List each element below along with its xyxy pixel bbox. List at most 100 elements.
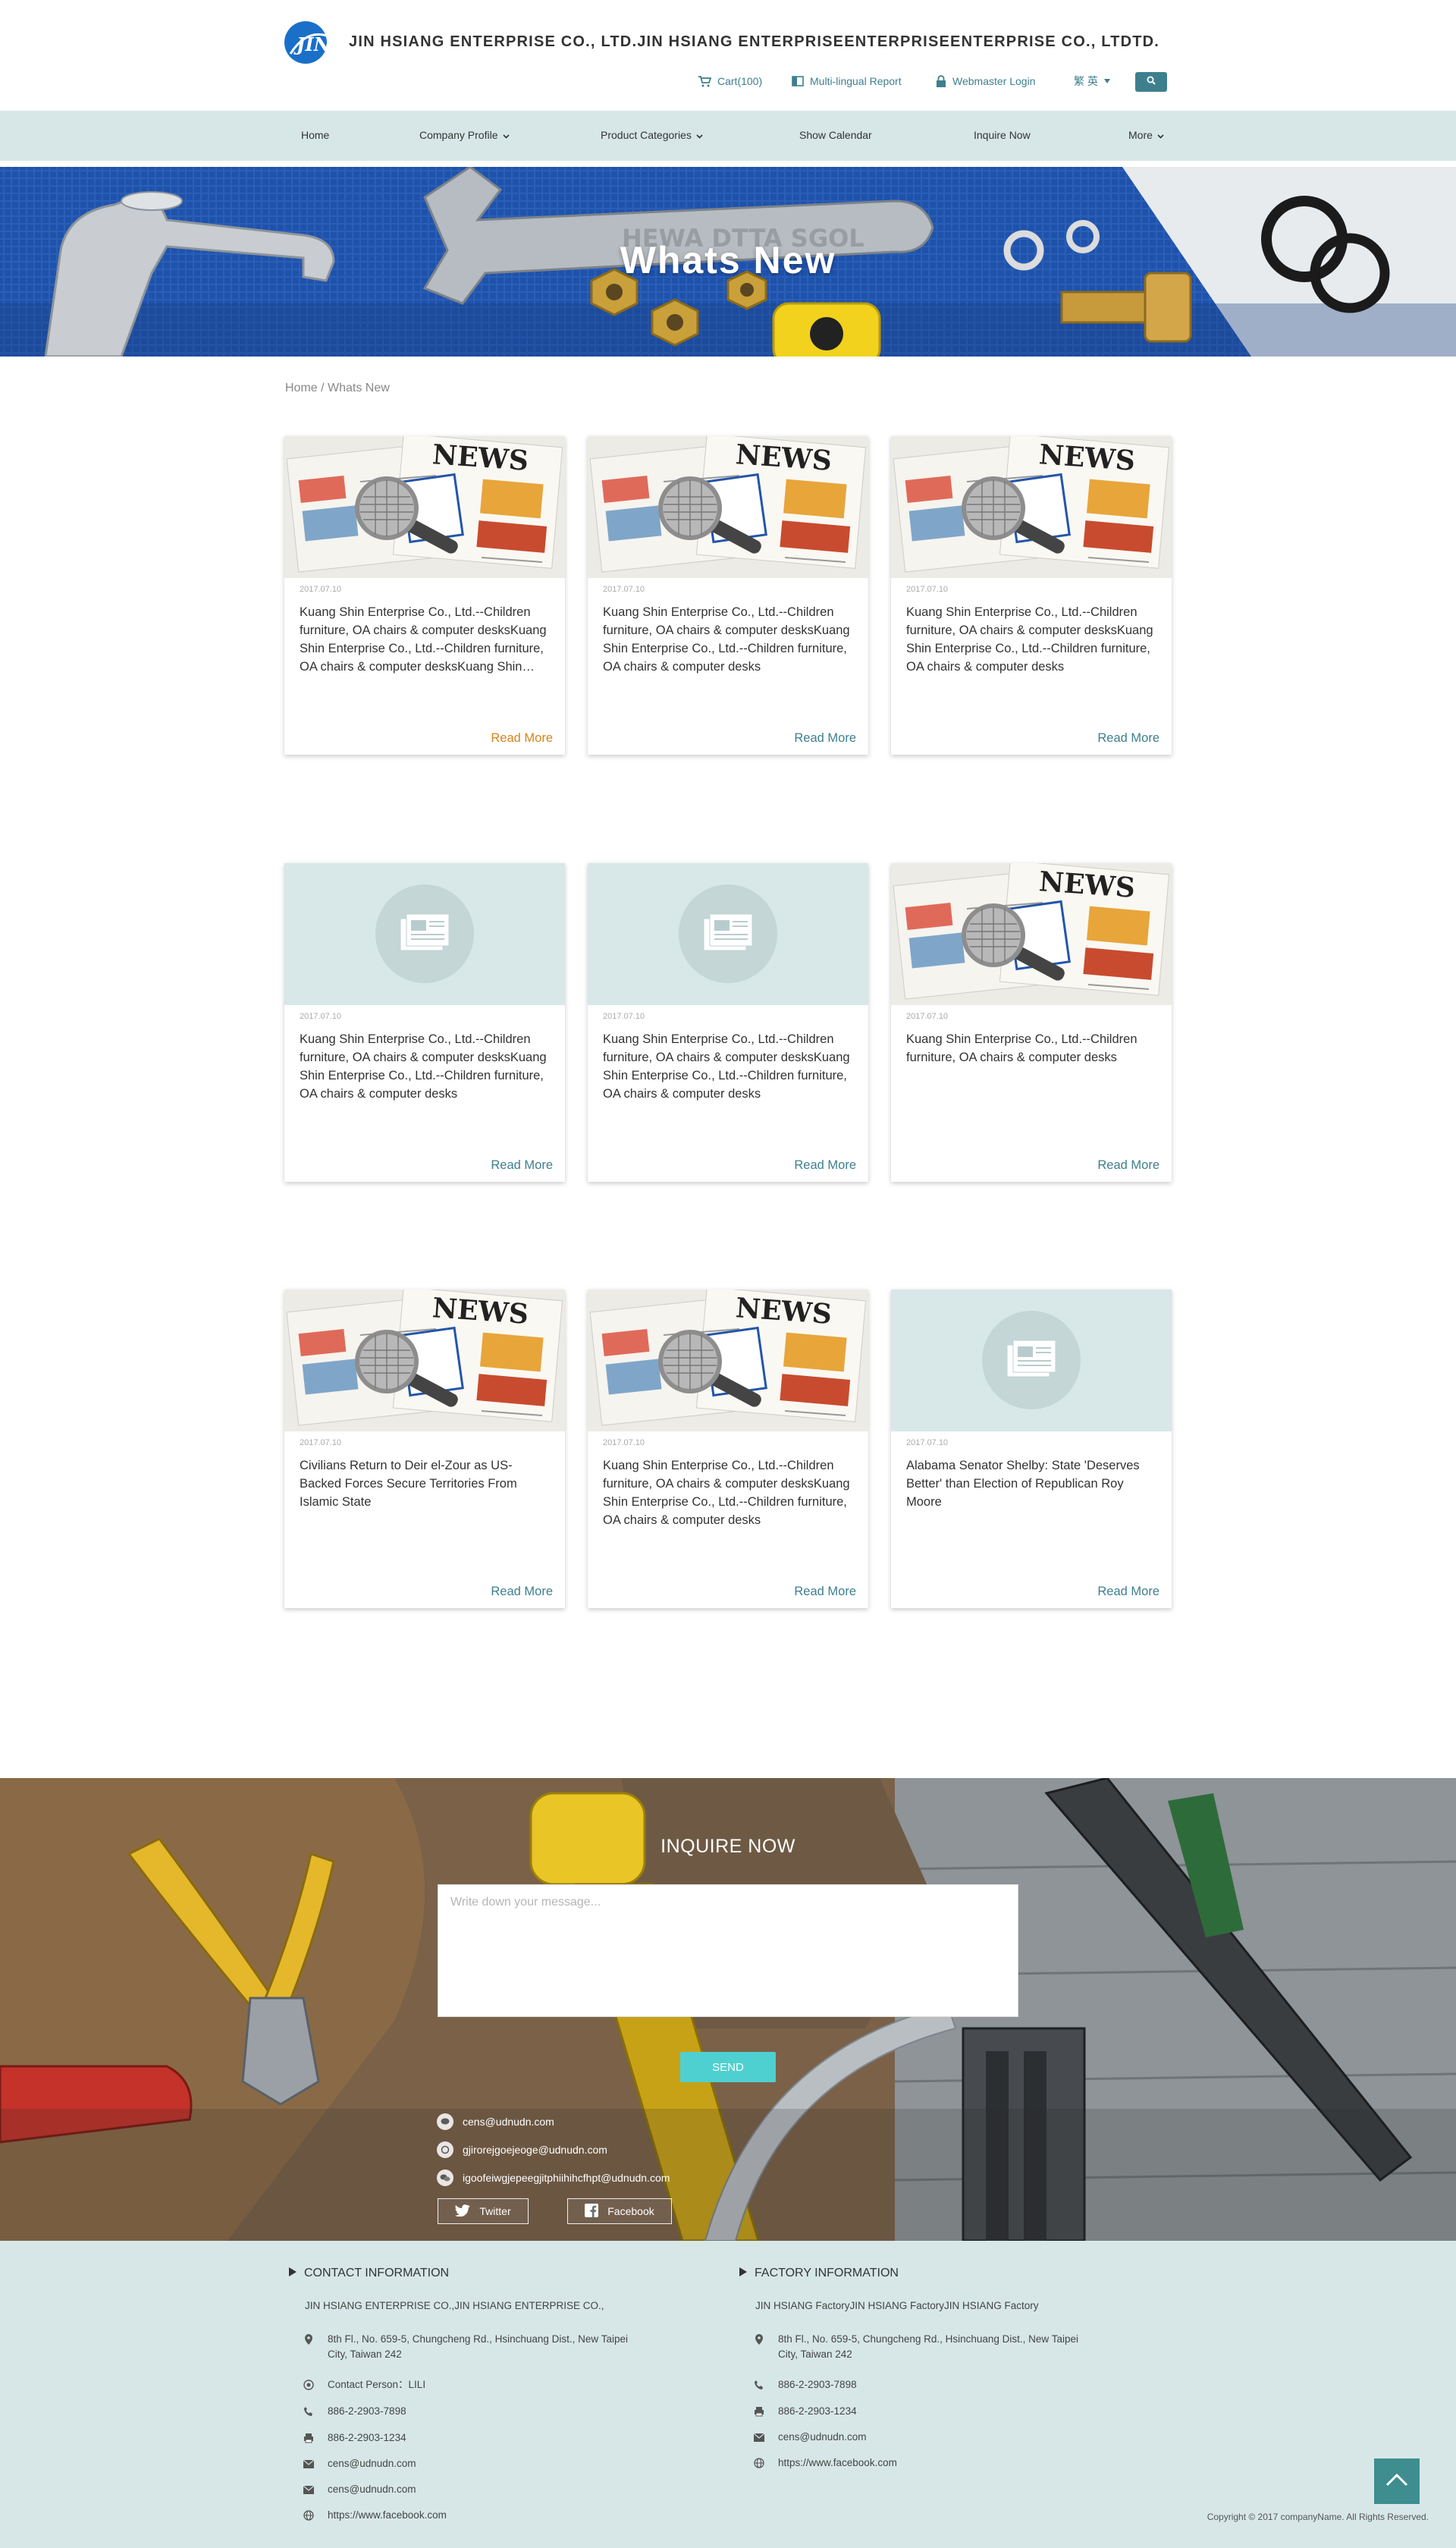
read-more-link[interactable]: Read More <box>491 731 553 746</box>
news-title[interactable]: Kuang Shin Enterprise Co., Ltd.--Childre… <box>603 1456 853 1529</box>
nav-divider <box>0 161 1456 167</box>
address-text: 8th Fl., No. 659-5, Chungcheng Rd., Hsin… <box>328 2332 628 2362</box>
news-date: 2017.07.10 <box>603 585 645 594</box>
news-title[interactable]: Kuang Shin Enterprise Co., Ltd.--Childre… <box>603 603 853 676</box>
copyright: Copyright © 2017 companyName. All Rights… <box>1207 2512 1429 2522</box>
company-logo[interactable]: JIN <box>283 20 339 64</box>
language-select[interactable]: 繁 英 <box>1074 73 1110 90</box>
nav-item-company-profile[interactable]: Company Profile <box>419 129 510 141</box>
news-title[interactable]: Kuang Shin Enterprise Co., Ltd.--Childre… <box>300 1030 550 1103</box>
read-more-link[interactable]: Read More <box>794 1158 856 1173</box>
address-line-1: 8th Fl., No. 659-5, Chungcheng Rd., Hsin… <box>328 2333 628 2345</box>
breadcrumb: Home / Whats New <box>285 382 390 394</box>
news-title[interactable]: Civilians Return to Deir el-Zour as US-B… <box>300 1456 550 1511</box>
line-contact[interactable]: cens@udnudn.com <box>437 2113 554 2130</box>
news-thumbnail[interactable] <box>284 436 565 578</box>
read-more-link[interactable]: Read More <box>794 1585 856 1599</box>
news-thumbnail[interactable] <box>891 863 1172 1005</box>
news-card[interactable]: 2017.07.10 Kuang Shin Enterprise Co., Lt… <box>891 436 1172 755</box>
contact-email-2[interactable]: cens@udnudn.com <box>303 2482 416 2497</box>
twitter-icon <box>455 2204 471 2219</box>
nav-label: Home <box>301 129 330 141</box>
whatsapp-contact[interactable]: gjirorejgoejeoge@udnudn.com <box>437 2141 607 2158</box>
banner-title: Whats New <box>620 239 836 281</box>
factory-phone[interactable]: 886-2-2903-7898 <box>754 2377 857 2392</box>
nav-item-home[interactable]: Home <box>301 129 329 141</box>
email-text: cens@udnudn.com <box>328 2484 416 2495</box>
triangle-right-icon <box>289 2267 297 2280</box>
news-card[interactable]: 2017.07.10 Kuang Shin Enterprise Co., Lt… <box>284 863 565 1182</box>
newspaper-icon <box>375 884 474 983</box>
nav-item-show-calendar[interactable]: Show Calendar <box>799 129 872 141</box>
whatsapp-id: gjirorejgoejeoge@udnudn.com <box>463 2144 607 2156</box>
news-card[interactable]: 2017.07.10 Kuang Shin Enterprise Co., Lt… <box>588 436 868 755</box>
read-more-link[interactable]: Read More <box>491 1158 553 1173</box>
news-thumbnail-placeholder[interactable] <box>284 863 565 1005</box>
chevron-down-icon <box>696 129 703 141</box>
contact-phone[interactable]: 886-2-2903-7898 <box>303 2404 406 2419</box>
site-footer <box>0 2241 1456 2548</box>
nav-item-inquire-now[interactable]: Inquire Now <box>974 129 1031 141</box>
contact-website[interactable]: https://www.facebook.com <box>303 2508 447 2523</box>
line-icon <box>437 2113 453 2130</box>
news-thumbnail-placeholder[interactable] <box>588 863 868 1005</box>
news-title[interactable]: Kuang Shin Enterprise Co., Ltd.--Childre… <box>603 1030 853 1103</box>
twitter-share-button[interactable]: Twitter <box>438 2198 529 2224</box>
news-card[interactable]: 2017.07.10 Kuang Shin Enterprise Co., Lt… <box>284 436 565 755</box>
nav-label: Show Calendar <box>799 129 872 141</box>
read-more-link[interactable]: Read More <box>491 1585 553 1599</box>
news-title[interactable]: Kuang Shin Enterprise Co., Ltd.--Childre… <box>906 603 1156 676</box>
nav-item-product-categories[interactable]: Product Categories <box>601 129 703 141</box>
facebook-share-button[interactable]: Facebook <box>567 2198 672 2224</box>
fax-text: 886-2-2903-1234 <box>328 2432 406 2443</box>
address-line-2: City, Taiwan 242 <box>778 2348 852 2360</box>
news-title[interactable]: Kuang Shin Enterprise Co., Ltd.--Childre… <box>906 1030 1156 1067</box>
news-card[interactable]: 2017.07.10 Kuang Shin Enterprise Co., Lt… <box>588 863 868 1182</box>
factory-website[interactable]: https://www.facebook.com <box>754 2455 897 2471</box>
twitter-label: Twitter <box>479 2205 511 2217</box>
newspaper-icon <box>679 884 777 983</box>
email-icon <box>754 2430 764 2445</box>
factory-company: JIN HSIANG FactoryJIN HSIANG FactoryJIN … <box>755 2300 1039 2311</box>
news-thumbnail[interactable] <box>891 436 1172 578</box>
news-thumbnail[interactable] <box>284 1290 565 1431</box>
news-title[interactable]: Kuang Shin Enterprise Co., Ltd.--Childre… <box>300 603 550 676</box>
contact-person-text: Contact Person：LILI <box>328 2379 426 2390</box>
factory-info-heading: FACTORY INFORMATION <box>739 2267 899 2280</box>
wechat-contact[interactable]: igoofeiwgjepeegjitphiihihcfhpt@udnudn.co… <box>437 2169 670 2186</box>
webmaster-login-link[interactable]: Webmaster Login <box>936 73 1035 90</box>
read-more-link[interactable]: Read More <box>1097 731 1159 746</box>
globe-icon <box>303 2508 314 2523</box>
news-thumbnail[interactable] <box>588 1290 868 1431</box>
fax-icon <box>303 2430 314 2446</box>
lock-icon <box>936 75 946 87</box>
news-title[interactable]: Alabama Senator Shelby: State 'Deserves … <box>906 1456 1156 1511</box>
news-thumbnail-placeholder[interactable] <box>891 1290 1172 1431</box>
language-label: 繁 英 <box>1074 75 1098 87</box>
read-more-link[interactable]: Read More <box>1097 1585 1159 1599</box>
factory-email[interactable]: cens@udnudn.com <box>754 2430 867 2445</box>
read-more-link[interactable]: Read More <box>794 731 856 746</box>
back-to-top-button[interactable] <box>1374 2458 1420 2504</box>
news-date: 2017.07.10 <box>603 1438 645 1447</box>
search-button[interactable] <box>1135 72 1167 92</box>
send-button[interactable]: SEND <box>680 2052 776 2082</box>
message-input[interactable] <box>438 1885 1018 2016</box>
login-label: Webmaster Login <box>952 75 1036 87</box>
whatsapp-icon <box>437 2141 453 2158</box>
news-card[interactable]: 2017.07.10 Kuang Shin Enterprise Co., Lt… <box>588 1290 868 1608</box>
news-date: 2017.07.10 <box>300 585 342 594</box>
read-more-link[interactable]: Read More <box>1097 1158 1159 1173</box>
news-thumbnail[interactable] <box>588 436 868 578</box>
contact-email-1[interactable]: cens@udnudn.com <box>303 2456 416 2471</box>
newspaper-icon <box>982 1311 1081 1409</box>
report-link[interactable]: Multi-lingual Report <box>792 73 902 90</box>
nav-item-more[interactable]: More <box>1128 129 1164 141</box>
news-card[interactable]: 2017.07.10 Alabama Senator Shelby: State… <box>891 1290 1172 1608</box>
news-card[interactable]: 2017.07.10 Kuang Shin Enterprise Co., Lt… <box>891 863 1172 1182</box>
news-card[interactable]: 2017.07.10 Civilians Return to Deir el-Z… <box>284 1290 565 1608</box>
cart-link[interactable]: Cart(100) <box>698 73 762 90</box>
website-text: https://www.facebook.com <box>328 2509 447 2521</box>
facebook-icon <box>585 2203 599 2220</box>
cart-icon <box>698 75 711 87</box>
